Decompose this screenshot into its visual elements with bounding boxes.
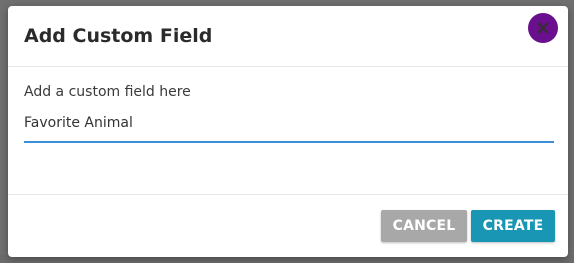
dialog-title: Add Custom Field xyxy=(24,25,213,47)
add-custom-field-dialog: Add Custom Field Add a custom field here… xyxy=(8,6,568,257)
dialog-body: Add a custom field here xyxy=(8,67,568,195)
cancel-button[interactable]: CANCEL xyxy=(381,210,467,242)
dialog-footer: CANCEL CREATE xyxy=(8,195,568,257)
custom-field-input[interactable] xyxy=(24,107,554,143)
custom-field-label: Add a custom field here xyxy=(24,84,191,100)
close-button[interactable] xyxy=(528,13,558,43)
dialog-header: Add Custom Field xyxy=(8,6,568,67)
close-icon xyxy=(537,22,549,34)
create-button[interactable]: CREATE xyxy=(471,210,555,242)
